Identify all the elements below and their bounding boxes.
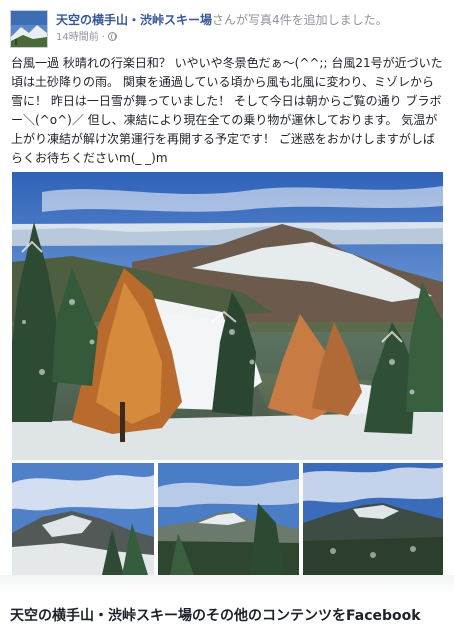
- time-separator: ·: [101, 32, 105, 43]
- page-avatar[interactable]: [10, 10, 48, 48]
- main-photo[interactable]: [12, 172, 443, 460]
- globe-icon: [107, 32, 117, 41]
- post-action-text: さんが写真4件を追加しました。: [212, 13, 388, 27]
- post-title-line: 天空の横手山・渋峠スキー場さんが写真4件を追加しました。: [56, 12, 450, 28]
- photo-thumbnail-2[interactable]: [158, 463, 299, 575]
- more-content-link[interactable]: 天空の横手山・渋峠スキー場のその他のコンテンツをFacebook: [10, 606, 454, 626]
- post-body-text: 台風一過 秋晴れの行楽日和？ いやいや冬景色だぁ〜(^^;; 台風21号が近づい…: [11, 56, 443, 165]
- post-meta: 天空の横手山・渋峠スキー場さんが写真4件を追加しました。 14時間前 ·: [56, 12, 450, 45]
- post-timestamp[interactable]: 14時間前: [56, 32, 99, 43]
- post-time-row: 14時間前 ·: [56, 31, 450, 45]
- photo-thumbnail-3[interactable]: [303, 463, 443, 575]
- page-name-link[interactable]: 天空の横手山・渋峠スキー場: [56, 13, 212, 27]
- photo-thumbnail-1[interactable]: [12, 463, 154, 575]
- post-header: 天空の横手山・渋峠スキー場さんが写真4件を追加しました。 14時間前 ·: [10, 8, 450, 48]
